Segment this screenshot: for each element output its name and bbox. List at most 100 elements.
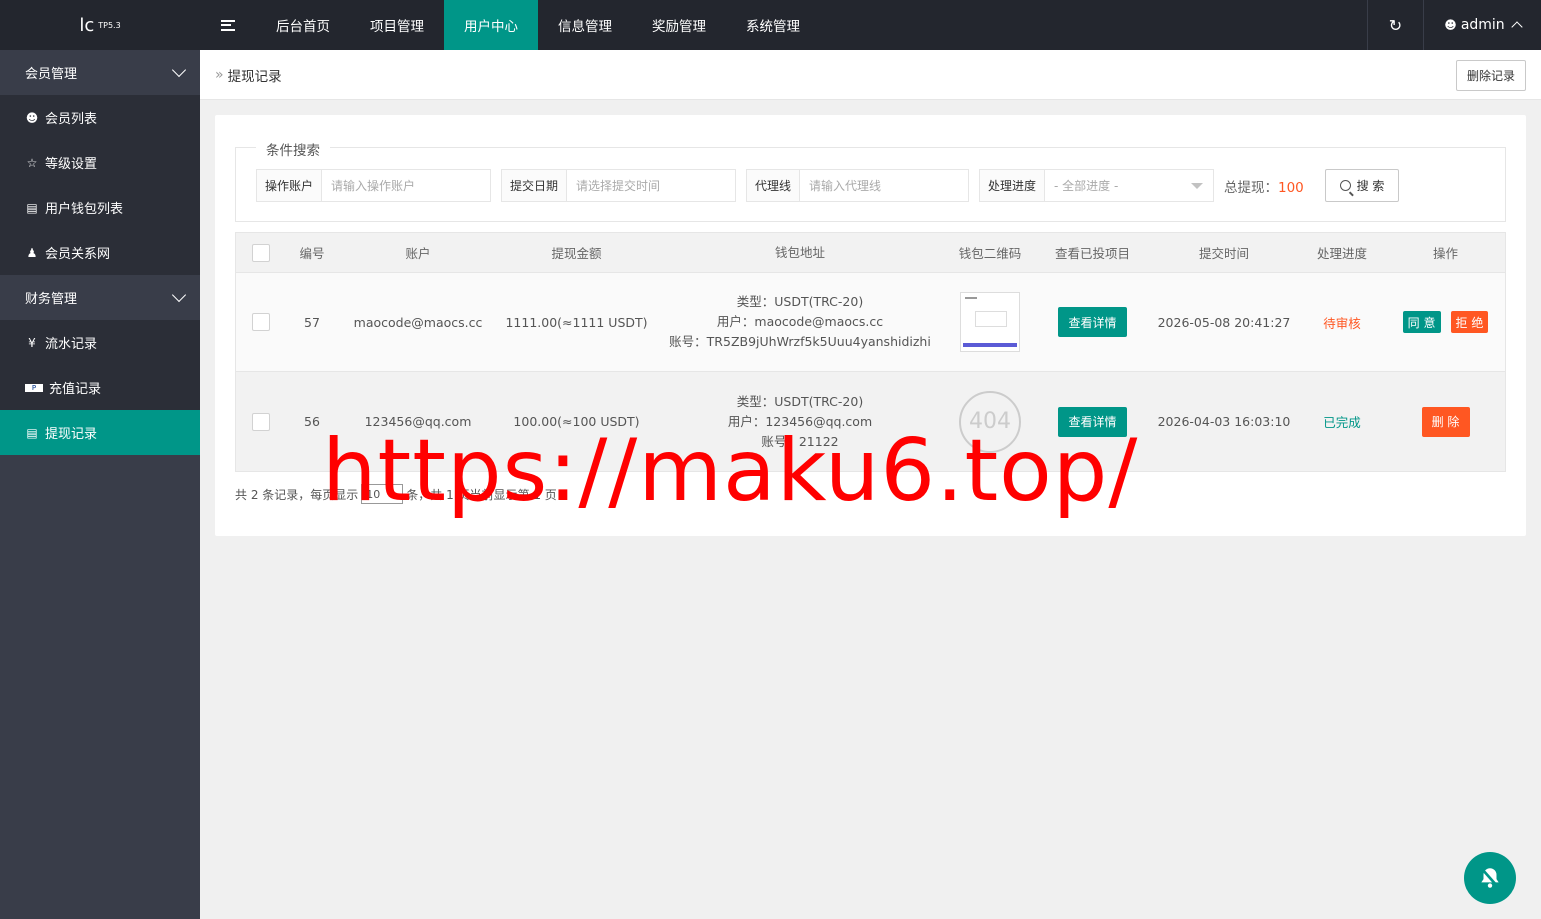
menu-toggle-icon[interactable] [200, 0, 256, 50]
sidebar: lc TP5.3 会员管理 ☻ 会员列表 ☆ 等级设置 ▤ 用户钱包列表 ♟ 会员… [0, 0, 200, 919]
sidebar-item-member-list[interactable]: ☻ 会员列表 [0, 95, 200, 140]
approve-button[interactable]: 同 意 [1402, 311, 1441, 333]
wallet-user: 用户：maocode@maocs.cc [716, 314, 884, 329]
header-id: 编号 [299, 246, 325, 261]
status-badge: 待审核 [1323, 315, 1361, 331]
chevron-up-icon [1511, 21, 1523, 33]
refresh-icon[interactable]: ↻ [1367, 0, 1423, 50]
breadcrumb: » 提现记录 删除记录 [200, 50, 1541, 100]
sidebar-item-label: 充值记录 [49, 382, 102, 397]
sidebar-group-finance[interactable]: 财务管理 [0, 275, 200, 320]
wallet-qr-image[interactable] [960, 292, 1020, 352]
search-button-label: 搜 索 [1356, 179, 1385, 193]
header-amount: 提现金额 [551, 246, 602, 261]
wallet-type: 类型：USDT(TRC-20) [736, 393, 864, 409]
logo-text: lc [79, 14, 95, 36]
header-account: 账户 [405, 246, 431, 261]
double-chevron-icon: » [215, 66, 224, 83]
tab-dashboard[interactable]: 后台首页 [256, 0, 350, 50]
star-icon: ☆ [26, 155, 38, 170]
progress-label: 处理进度 [980, 170, 1046, 201]
agent-input[interactable]: 请输入代理线 [800, 170, 968, 201]
sidebar-item-flow-records[interactable]: ¥ 流水记录 [0, 320, 200, 365]
header-qr: 钱包二维码 [958, 246, 1022, 261]
users-icon: ♟ [26, 245, 38, 260]
tab-info[interactable]: 信息管理 [538, 0, 632, 50]
sidebar-item-label: 用户钱包列表 [45, 202, 124, 217]
tab-system[interactable]: 系统管理 [726, 0, 820, 50]
select-all-checkbox[interactable] [252, 243, 270, 262]
sidebar-group-label: 财务管理 [25, 292, 78, 307]
date-filter: 提交日期 请选择提交时间 [501, 169, 736, 202]
bell-off-icon [1480, 867, 1500, 889]
search-legend: 条件搜索 [256, 139, 330, 159]
sidebar-item-label: 等级设置 [45, 157, 98, 172]
row-time: 2026-05-08 20:41:27 [1157, 314, 1291, 330]
row-checkbox[interactable] [252, 412, 270, 431]
agent-filter: 代理线 请输入代理线 [746, 169, 969, 202]
account-label: 操作账户 [257, 170, 323, 201]
logo[interactable]: lc TP5.3 [0, 0, 200, 50]
yen-icon: ¥ [28, 335, 36, 350]
tab-rewards[interactable]: 奖励管理 [632, 0, 726, 50]
paypal-icon: P [25, 383, 43, 392]
notification-bell-icon[interactable] [1464, 852, 1516, 904]
table-header: 编号 账户 提现金额 钱包地址 钱包二维码 查看已投项目 提交时间 处理进度 操… [236, 233, 1505, 273]
tab-user-center[interactable]: 用户中心 [444, 0, 538, 50]
sidebar-item-wallet-list[interactable]: ▤ 用户钱包列表 [0, 185, 200, 230]
row-account: maocode@maocs.cc [353, 314, 483, 330]
caret-down-icon [1191, 182, 1203, 189]
user-icon: ☻ [25, 110, 39, 125]
sidebar-group-member[interactable]: 会员管理 [0, 50, 200, 95]
chevron-down-icon [171, 287, 187, 303]
sidebar-item-label: 会员关系网 [45, 247, 111, 262]
total-value: 100 [1278, 180, 1304, 196]
header-status: 处理进度 [1316, 246, 1367, 261]
delete-button[interactable]: 删 除 [1421, 406, 1470, 437]
table-row: 57 maocode@maocs.cc 1111.00(≈1111 USDT) … [236, 273, 1505, 372]
sidebar-item-label: 流水记录 [45, 337, 98, 352]
reject-button[interactable]: 拒 绝 [1450, 311, 1489, 333]
card-icon: ▤ [26, 200, 38, 215]
row-id: 57 [304, 314, 320, 330]
sidebar-item-member-network[interactable]: ♟ 会员关系网 [0, 230, 200, 275]
progress-filter: 处理进度 - 全部进度 - [979, 169, 1214, 202]
row-checkbox[interactable] [252, 313, 270, 331]
logo-version: TP5.3 [98, 20, 121, 30]
agent-label: 代理线 [747, 170, 801, 201]
top-right: ↻ ☻ admin [1367, 0, 1541, 50]
status-badge: 已完成 [1323, 415, 1361, 430]
progress-select[interactable]: - 全部进度 - [1045, 170, 1213, 201]
user-name: admin [1460, 17, 1505, 33]
tab-projects[interactable]: 项目管理 [350, 0, 444, 50]
search-button[interactable]: 搜 索 [1325, 169, 1399, 202]
sidebar-item-withdraw-records[interactable]: ▤ 提现记录 [0, 410, 200, 455]
search-fieldset: 条件搜索 操作账户 请输入操作账户 提交日期 请选择提交时间 代理线 请输入代理… [235, 139, 1506, 222]
user-icon: ☻ [1444, 18, 1457, 32]
sidebar-item-label: 提现记录 [45, 427, 98, 442]
sidebar-item-recharge-records[interactable]: P 充值记录 [0, 365, 200, 410]
search-icon [1339, 180, 1351, 191]
card-icon: ▤ [26, 425, 38, 440]
total-withdraw: 总提现：100 [1224, 176, 1304, 196]
header-wallet: 钱包地址 [774, 244, 825, 260]
view-details-button[interactable]: 查看详情 [1058, 307, 1127, 337]
account-input[interactable]: 请输入操作账户 [322, 170, 490, 201]
account-filter: 操作账户 请输入操作账户 [256, 169, 491, 202]
row-amount: 1111.00(≈1111 USDT) [505, 314, 648, 330]
watermark: https://maku6.top/ [322, 421, 1139, 521]
header-actions: 操作 [1432, 246, 1458, 261]
sidebar-item-level-settings[interactable]: ☆ 等级设置 [0, 140, 200, 185]
date-label: 提交日期 [502, 170, 568, 201]
total-label: 总提现： [1224, 180, 1278, 196]
header-time: 提交时间 [1198, 246, 1249, 261]
delete-records-button[interactable]: 删除记录 [1456, 60, 1526, 91]
row-time: 2026-04-03 16:03:10 [1157, 414, 1291, 429]
wallet-type: 类型：USDT(TRC-20) [736, 294, 864, 309]
row-wallet: 类型：USDT(TRC-20) 用户：maocode@maocs.cc 账号：T… [655, 292, 945, 352]
progress-selected: - 全部进度 - [1054, 179, 1119, 193]
date-input[interactable]: 请选择提交时间 [567, 170, 735, 201]
chevron-down-icon [171, 62, 187, 78]
sidebar-item-label: 会员列表 [45, 112, 98, 127]
user-menu[interactable]: ☻ admin [1423, 0, 1541, 50]
